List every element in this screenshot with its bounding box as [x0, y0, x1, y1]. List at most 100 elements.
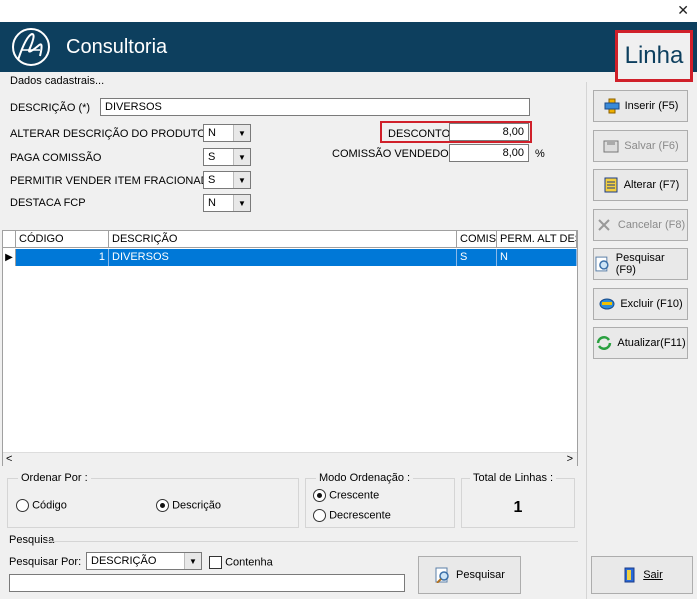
- grid-header-descricao[interactable]: DESCRIÇÃO: [109, 231, 457, 248]
- comissao-vendedor-label: COMISSÃO VENDEDOR: [332, 148, 457, 160]
- grid-header-codigo[interactable]: CÓDIGO: [16, 231, 109, 248]
- atualizar-label: Atualizar(F11): [617, 337, 686, 349]
- close-icon[interactable]: ✕: [677, 2, 689, 19]
- descricao-label: DESCRIÇÃO (*): [10, 102, 91, 114]
- excluir-button[interactable]: Excluir (F10): [593, 288, 688, 320]
- radio-decrescente-circle[interactable]: [313, 509, 326, 522]
- table-row-codigo[interactable]: 1: [16, 249, 109, 266]
- window-titlebar: [0, 0, 697, 22]
- fracionado-label: PERMITIR VENDER ITEM FRACIONADO: [10, 175, 218, 187]
- table-row-descricao[interactable]: DIVERSOS: [109, 249, 457, 266]
- fracionado-select[interactable]: S ▼: [203, 171, 251, 189]
- alterar-descricao-select[interactable]: N ▼: [203, 124, 251, 142]
- horizontal-scrollbar[interactable]: < >: [3, 452, 577, 466]
- logo-icon: [12, 28, 50, 66]
- app-title: Consultoria: [66, 36, 168, 58]
- chevron-down-icon[interactable]: ▼: [233, 195, 250, 211]
- radio-crescente-label: Crescente: [329, 489, 380, 502]
- grid-header-perm[interactable]: PERM. ALT DESC: [497, 231, 577, 248]
- radio-descricao-circle[interactable]: [156, 499, 169, 512]
- ordenar-group: Ordenar Por : Código Descrição: [7, 472, 299, 528]
- excluir-label: Excluir (F10): [620, 298, 683, 310]
- contenha-checkbox-box[interactable]: [209, 556, 222, 569]
- pesquisar-button-label: Pesquisar: [456, 569, 505, 581]
- total-title: Total de Linhas :: [470, 472, 557, 484]
- total-value: 1: [513, 499, 523, 516]
- plus-icon: [604, 98, 620, 114]
- edit-list-icon: [604, 177, 618, 193]
- fracionado-value: S: [208, 174, 216, 186]
- cancelar-label: Cancelar (F8): [617, 219, 686, 231]
- modo-group: Modo Ordenação : Crescente Decrescente: [305, 472, 455, 528]
- destaca-fcp-select[interactable]: N ▼: [203, 194, 251, 212]
- sair-button[interactable]: Sair: [591, 556, 693, 594]
- scroll-left-icon[interactable]: <: [6, 453, 12, 465]
- inserir-label: Inserir (F5): [624, 100, 679, 112]
- table-row-perm[interactable]: N: [497, 249, 577, 266]
- radio-codigo-circle[interactable]: [16, 499, 29, 512]
- pesquisa-title: Pesquisa: [9, 534, 55, 546]
- destaca-fcp-value: N: [208, 197, 216, 209]
- contenha-checkbox[interactable]: Contenha: [209, 556, 273, 569]
- cancel-icon: [598, 219, 610, 231]
- save-icon: [603, 140, 619, 153]
- exit-door-icon: [624, 567, 635, 583]
- grid-indicator-header: [3, 231, 16, 248]
- pesquisar-button[interactable]: Pesquisar: [418, 556, 521, 594]
- paga-comissao-value: S: [208, 151, 216, 163]
- refresh-icon: [597, 336, 612, 350]
- scroll-right-icon[interactable]: >: [567, 453, 573, 465]
- pesquisa-divider: [46, 541, 578, 542]
- alterar-descricao-value: N: [208, 127, 216, 139]
- salvar-label: Salvar (F6): [624, 140, 679, 152]
- radio-decrescente[interactable]: Decrescente: [313, 509, 391, 522]
- app-header: Consultoria: [0, 22, 697, 72]
- search-input[interactable]: [9, 574, 405, 592]
- pesquisar-por-label: Pesquisar Por:: [9, 556, 82, 568]
- destaca-fcp-label: DESTACA FCP: [10, 197, 86, 209]
- descricao-input[interactable]: DIVERSOS: [100, 98, 530, 116]
- paga-comissao-label: PAGA COMISSÃO: [10, 152, 102, 164]
- radio-crescente[interactable]: Crescente: [313, 489, 379, 502]
- atualizar-button[interactable]: Atualizar(F11): [593, 327, 688, 359]
- screen-title-box: Linha: [615, 30, 693, 82]
- cancelar-button[interactable]: Cancelar (F8): [593, 209, 688, 241]
- radio-crescente-circle[interactable]: [313, 489, 326, 502]
- alterar-descricao-label: ALTERAR DESCRIÇÃO DO PRODUTO: [10, 128, 206, 140]
- inserir-button[interactable]: Inserir (F5): [593, 90, 688, 122]
- search-doc-icon: [435, 567, 449, 583]
- alterar-button[interactable]: Alterar (F7): [593, 169, 688, 201]
- pesquisar-sidebar-button[interactable]: Pesquisar (F9): [593, 248, 688, 280]
- screen-title: Linha: [624, 42, 684, 69]
- pesquisar-sidebar-label: Pesquisar (F9): [615, 252, 665, 276]
- desconto-input[interactable]: 8,00: [449, 123, 529, 141]
- radio-codigo[interactable]: Código: [16, 499, 67, 512]
- desconto-label: DESCONTO: [388, 128, 451, 140]
- modo-title: Modo Ordenação :: [316, 472, 414, 484]
- row-pointer-icon: ▶: [3, 249, 16, 266]
- percent-label: %: [535, 148, 545, 160]
- pesquisar-por-value: DESCRIÇÃO: [91, 555, 157, 567]
- chevron-down-icon[interactable]: ▼: [233, 172, 250, 188]
- chevron-down-icon[interactable]: ▼: [233, 125, 250, 141]
- sair-label: Sair: [643, 569, 663, 581]
- pesquisar-por-select[interactable]: DESCRIÇÃO ▼: [86, 552, 202, 570]
- chevron-down-icon[interactable]: ▼: [184, 553, 201, 569]
- section-label: Dados cadastrais...: [10, 75, 105, 87]
- search-doc-icon: [595, 256, 609, 272]
- alterar-label: Alterar (F7): [623, 179, 680, 191]
- paga-comissao-select[interactable]: S ▼: [203, 148, 251, 166]
- radio-codigo-label: Código: [32, 499, 67, 512]
- radio-descricao[interactable]: Descrição: [156, 499, 221, 512]
- chevron-down-icon[interactable]: ▼: [233, 149, 250, 165]
- ordenar-title: Ordenar Por :: [18, 472, 91, 484]
- comissao-vendedor-input[interactable]: 8,00: [449, 144, 529, 162]
- radio-descricao-label: Descrição: [172, 499, 221, 512]
- grid-header-comis[interactable]: COMIS: [457, 231, 497, 248]
- salvar-button[interactable]: Salvar (F6): [593, 130, 688, 162]
- eraser-icon: [599, 298, 615, 310]
- radio-decrescente-label: Decrescente: [329, 509, 391, 522]
- table-row-comis[interactable]: S: [457, 249, 497, 266]
- data-grid[interactable]: CÓDIGO DESCRIÇÃO COMIS PERM. ALT DESC ▶ …: [2, 230, 578, 466]
- contenha-label: Contenha: [225, 556, 273, 569]
